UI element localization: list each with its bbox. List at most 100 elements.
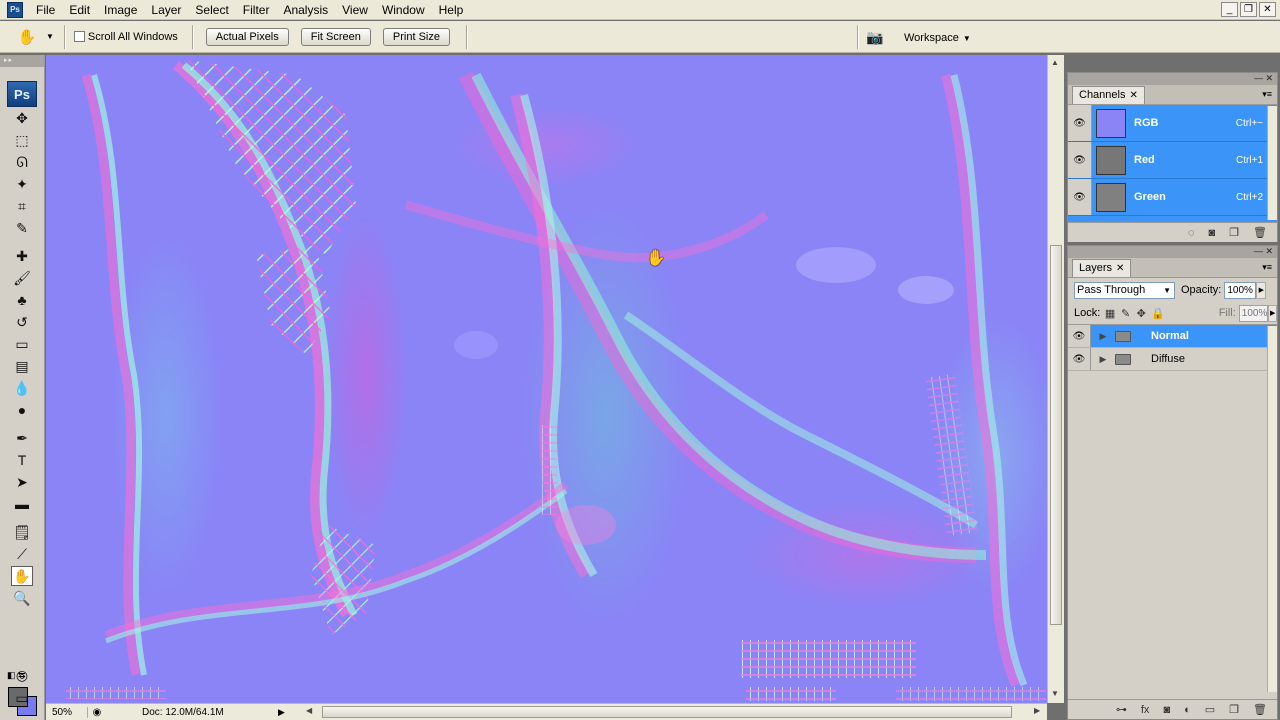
vertical-scrollbar[interactable]: ▲ ▼ [1047,55,1064,703]
panel-titlebar[interactable]: — ✕ [1068,246,1277,258]
horizontal-scrollbar[interactable]: ◀ ▶ [300,703,1047,720]
fill-field[interactable]: 100% [1238,304,1269,322]
delete-layer-icon[interactable]: 🗑 [1253,703,1267,716]
dodge-tool-icon[interactable]: ● [11,400,33,420]
minimize-icon[interactable]: _ [1221,2,1238,17]
panel-collapse-icon[interactable]: — ✕ [1254,246,1273,257]
scroll-up-icon[interactable]: ▲ [1051,58,1059,67]
menu-file[interactable]: File [29,0,62,20]
layer-mask-icon[interactable]: ◙ [1163,704,1170,716]
zoom-tool-icon[interactable]: 🔍 [11,588,33,608]
clone-stamp-tool-icon[interactable]: ♣ [11,290,33,310]
eye-icon[interactable]: 👁 [1068,179,1092,215]
lock-all-icon[interactable]: 🔒 [1151,307,1165,320]
menu-view[interactable]: View [335,0,375,20]
panel-menu-icon[interactable]: ▾≡ [1262,262,1272,273]
workspace-menu[interactable]: Workspace ▼ [897,28,978,46]
document-canvas[interactable]: ✋ [46,55,1047,703]
close-icon[interactable]: ✕ [1259,2,1276,17]
brush-tool-icon[interactable]: 🖌 [11,268,33,288]
load-selection-icon[interactable]: ◌ [1188,227,1195,239]
shape-tool-icon[interactable]: ▬ [11,494,33,514]
marquee-tool-icon[interactable]: ⬚ [11,130,33,150]
tab-channels[interactable]: Channels ✕ [1072,86,1145,104]
panel-menu-icon[interactable]: ▾≡ [1262,89,1272,100]
lasso-tool-icon[interactable]: ᘏ [11,152,33,172]
blend-mode-select[interactable]: Pass Through ▼ [1074,281,1175,299]
close-icon[interactable]: ✕ [1116,263,1124,274]
eye-icon[interactable]: 👁 [1068,105,1092,141]
checkbox-box[interactable] [73,31,85,42]
zoom-level[interactable]: 50% [46,706,88,718]
screen-mode-icon[interactable]: ▭ [11,688,33,708]
menu-analysis[interactable]: Analysis [276,0,335,20]
magic-wand-tool-icon[interactable]: ✦ [11,174,33,194]
lock-position-icon[interactable]: ✥ [1135,307,1147,320]
close-icon[interactable]: ✕ [1129,90,1137,101]
scroll-left-icon[interactable]: ◀ [306,706,312,715]
history-brush-tool-icon[interactable]: ↺ [11,312,33,332]
pen-tool-icon[interactable]: ✒ [11,428,33,448]
adjustment-layer-icon[interactable]: ◐ [1184,704,1191,716]
menu-filter[interactable]: Filter [236,0,277,20]
panel-titlebar[interactable]: — ✕ [1068,73,1277,85]
eyedropper-tool-icon[interactable]: ✎ [11,218,33,238]
eye-icon[interactable]: 👁 [1068,325,1091,347]
blur-tool-icon[interactable]: 💧 [11,378,33,398]
expand-triangle-icon[interactable]: ▶ [1095,354,1111,365]
hand-tool-icon[interactable]: ✋ [11,566,33,586]
panel-collapse-icon[interactable]: — ✕ [1254,73,1273,84]
channel-row-green[interactable]: 👁 Green Ctrl+2 [1068,179,1277,216]
quick-mask-icon[interactable]: ◎ [11,665,33,685]
gradient-tool-icon[interactable]: ▤ [11,356,33,376]
tab-layers[interactable]: Layers ✕ [1072,259,1132,277]
horizontal-scroll-thumb[interactable] [322,706,1012,718]
type-tool-icon[interactable]: T [11,450,33,470]
restore-icon[interactable]: ❐ [1240,2,1257,17]
channel-row-rgb[interactable]: 👁 RGB Ctrl+~ [1068,105,1277,142]
status-menu-arrow-icon[interactable]: ▶ [278,707,285,718]
menu-layer[interactable]: Layer [144,0,188,20]
layer-style-icon[interactable]: fx [1141,704,1150,716]
menu-window[interactable]: Window [375,0,432,20]
new-layer-icon[interactable]: ❐ [1229,703,1239,716]
print-size-button[interactable]: Print Size [382,27,450,46]
expand-triangle-icon[interactable]: ▶ [1095,331,1111,342]
fill-slider-arrow-icon[interactable]: ▶ [1268,304,1277,322]
panel-grip[interactable]: ▸▸ [0,55,44,67]
save-selection-icon[interactable]: ◙ [1209,227,1216,239]
channel-row-red[interactable]: 👁 Red Ctrl+1 [1068,142,1277,179]
path-selection-tool-icon[interactable]: ➤ [11,472,33,492]
scroll-all-windows-checkbox[interactable]: Scroll All Windows [73,31,178,43]
chevron-down-icon[interactable]: ▼ [46,32,54,41]
layer-row-diffuse[interactable]: 👁 ▶ Diffuse [1068,348,1277,371]
link-layers-icon[interactable]: ⊶ [1116,703,1127,716]
status-info-icon[interactable]: ◉ [88,707,106,718]
eyedropper-sample-tool-icon[interactable]: ⟋ [11,544,33,564]
lock-image-icon[interactable]: ✎ [1120,307,1132,320]
scroll-down-icon[interactable]: ▼ [1051,689,1059,698]
layers-scrollbar[interactable] [1267,326,1277,692]
menu-help[interactable]: Help [432,0,471,20]
opacity-slider-arrow-icon[interactable]: ▶ [1256,281,1267,299]
delete-channel-icon[interactable]: 🗑 [1253,226,1267,239]
eye-icon[interactable]: 👁 [1068,142,1092,178]
ps-logo[interactable]: Ps [7,81,37,107]
menu-edit[interactable]: Edit [62,0,97,20]
bridge-icon[interactable]: 📷 [862,26,888,48]
lock-transparency-icon[interactable]: ▦ [1104,307,1116,320]
crop-tool-icon[interactable]: ⌗ [11,196,33,216]
healing-brush-tool-icon[interactable]: ✚ [11,246,33,266]
eye-icon[interactable]: 👁 [1068,348,1091,370]
actual-pixels-button[interactable]: Actual Pixels [205,27,289,46]
menu-select[interactable]: Select [188,0,235,20]
scroll-right-icon[interactable]: ▶ [1034,706,1040,715]
eraser-tool-icon[interactable]: ▭ [11,334,33,354]
layer-row-normal[interactable]: 👁 ▶ Normal [1068,325,1277,348]
fit-screen-button[interactable]: Fit Screen [300,27,371,46]
channels-scrollbar[interactable] [1267,106,1277,220]
menu-image[interactable]: Image [97,0,144,20]
hand-icon[interactable]: ✋ [10,25,44,49]
opacity-field[interactable]: 100% [1224,281,1257,299]
new-group-icon[interactable]: ▭ [1205,703,1215,716]
